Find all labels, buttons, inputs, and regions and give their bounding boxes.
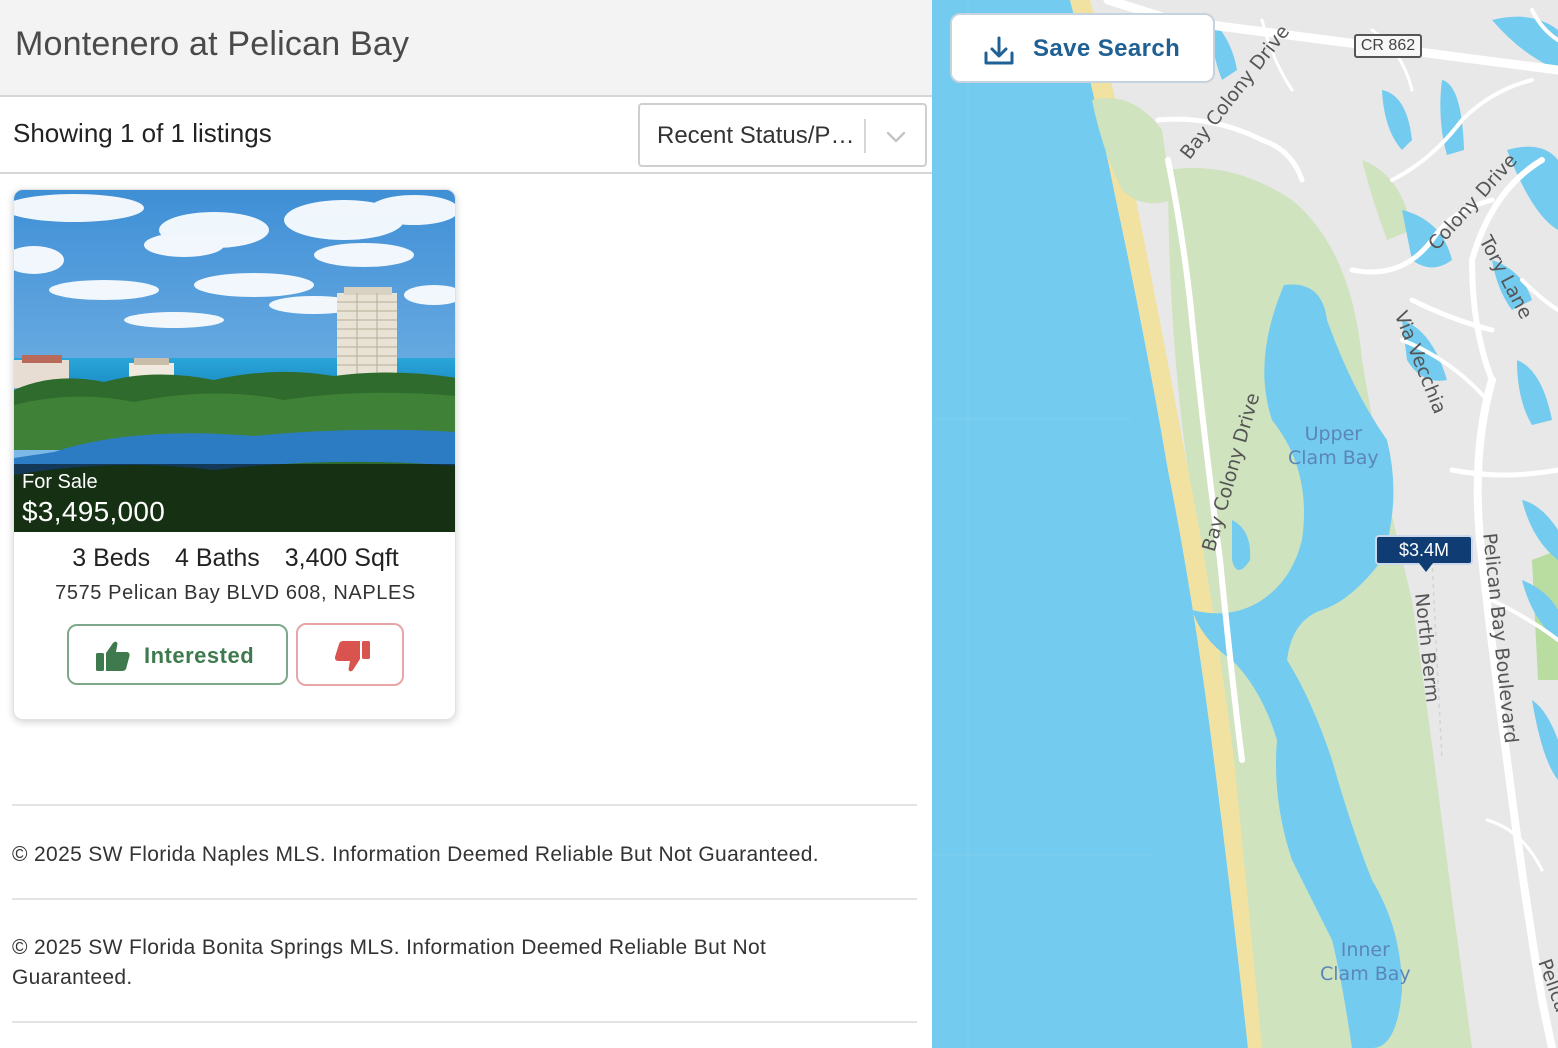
listing-card[interactable]: For Sale $3,495,000 3 Beds 4 Baths 3,400… xyxy=(13,189,456,720)
sort-divider xyxy=(864,119,866,153)
map[interactable]: Bay Colony Drive Bay Colony Drive Colony… xyxy=(932,0,1558,1048)
chevron-down-icon[interactable] xyxy=(884,125,908,149)
listing-sqft: 3,400 Sqft xyxy=(284,544,399,572)
interested-label: Interested xyxy=(144,643,255,668)
divider xyxy=(12,1021,917,1023)
download-icon xyxy=(984,36,1014,65)
listing-specs: 3 Beds 4 Baths 3,400 Sqft xyxy=(14,544,455,573)
listings-panel: Montenero at Pelican Bay Showing 1 of 1 … xyxy=(0,0,932,1048)
listings-toolbar: Showing 1 of 1 listings Recent Status/Pr… xyxy=(0,97,932,174)
divider xyxy=(12,804,917,806)
sort-select[interactable]: Recent Status/Price xyxy=(638,103,927,167)
thumbs-up-icon xyxy=(96,641,130,671)
interested-button[interactable]: Interested xyxy=(67,624,288,685)
save-search-button[interactable]: Save Search xyxy=(950,13,1215,83)
page-title: Montenero at Pelican Bay xyxy=(15,25,410,63)
thumbs-down-icon xyxy=(334,641,370,672)
disclaimer-naples: © 2025 SW Florida Naples MLS. Informatio… xyxy=(12,843,819,866)
not-interested-button[interactable] xyxy=(296,623,404,686)
listing-status: For Sale xyxy=(22,471,98,493)
listing-price: $3,495,000 xyxy=(22,496,166,527)
map-price-pin[interactable]: $3.4M xyxy=(1375,535,1473,565)
map-canvas[interactable] xyxy=(932,0,1558,1048)
sort-selected-value: Recent Status/Price xyxy=(657,122,862,149)
save-search-label: Save Search xyxy=(1033,35,1181,62)
listing-baths: 4 Baths xyxy=(175,544,260,572)
title-bar: Montenero at Pelican Bay xyxy=(0,0,932,97)
listing-count: Showing 1 of 1 listings xyxy=(13,118,272,148)
listing-address: 7575 Pelican Bay BLVD 608, NAPLES xyxy=(55,582,416,604)
map-price-pin-tip xyxy=(1419,563,1433,572)
map-label-water: Upper Clam Bay xyxy=(1288,423,1379,469)
divider xyxy=(12,898,917,900)
map-label-water: Inner Clam Bay xyxy=(1320,939,1411,985)
listing-beds: 3 Beds xyxy=(72,544,151,572)
disclaimer-bonita: © 2025 SW Florida Bonita Springs MLS. In… xyxy=(12,936,767,989)
road-shield: CR 862 xyxy=(1354,34,1422,58)
